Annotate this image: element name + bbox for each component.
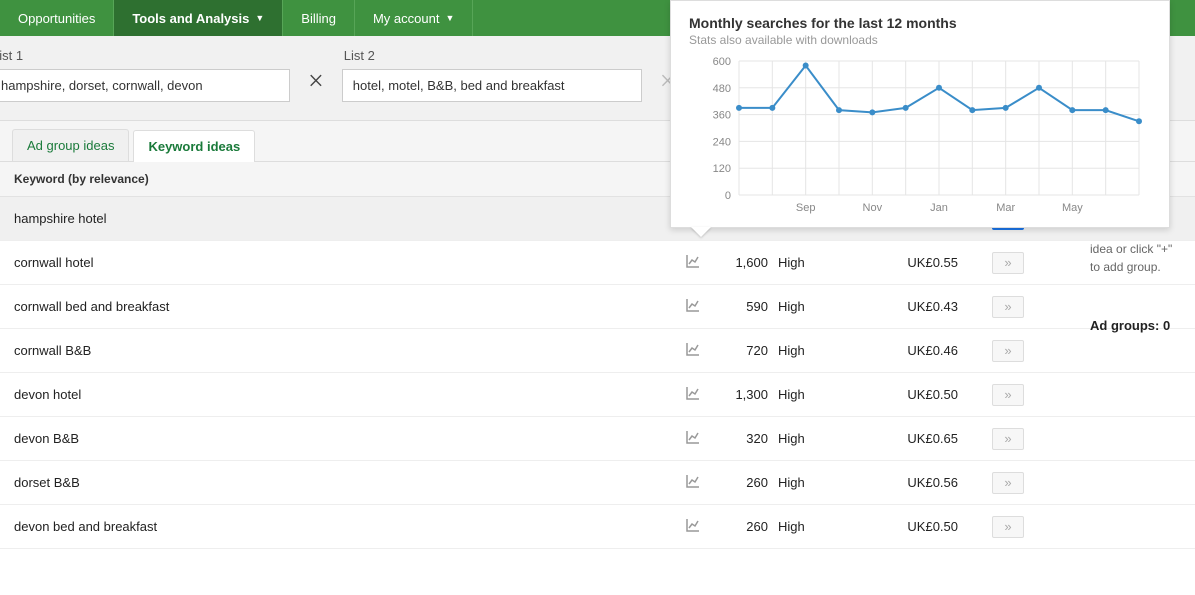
cell-searches: 1,600 [708, 255, 778, 270]
cell-searches: 260 [708, 475, 778, 490]
table-row[interactable]: devon hotel 1,300 High UK£0.50 » [0, 373, 1195, 417]
svg-text:0: 0 [725, 190, 731, 202]
cell-keyword: cornwall hotel [14, 255, 678, 270]
table-row[interactable]: cornwall B&B 720 High UK£0.46 » [0, 329, 1195, 373]
cell-keyword: devon B&B [14, 431, 678, 446]
chart-icon[interactable] [678, 254, 708, 271]
table-row[interactable]: cornwall bed and breakfast 590 High UK£0… [0, 285, 1195, 329]
chart-subtitle: Stats also available with downloads [689, 33, 1151, 47]
chart-icon[interactable] [678, 342, 708, 359]
add-keyword-button[interactable]: » [992, 340, 1024, 362]
cell-searches: 260 [708, 519, 778, 534]
cell-searches: 1,300 [708, 387, 778, 402]
cell-keyword: dorset B&B [14, 475, 678, 490]
add-keyword-button[interactable]: » [992, 252, 1024, 274]
chevron-down-icon: ▼ [255, 13, 264, 23]
add-keyword-button[interactable]: » [992, 296, 1024, 318]
chevron-down-icon: ▼ [445, 13, 454, 23]
cell-searches: 720 [708, 343, 778, 358]
cell-cpc: UK£0.65 [868, 431, 978, 446]
nav-billing[interactable]: Billing [283, 0, 355, 36]
svg-text:480: 480 [713, 83, 731, 95]
svg-text:Sep: Sep [796, 202, 816, 214]
list2-input[interactable] [342, 69, 642, 102]
cell-searches: 320 [708, 431, 778, 446]
cell-keyword: hampshire hotel [14, 211, 678, 226]
chart-icon[interactable] [678, 474, 708, 491]
add-keyword-button[interactable]: » [992, 516, 1024, 538]
svg-text:Mar: Mar [996, 202, 1015, 214]
add-keyword-button[interactable]: » [992, 428, 1024, 450]
chart-popover: Monthly searches for the last 12 months … [670, 0, 1170, 228]
cell-competition: High [778, 343, 868, 358]
svg-text:120: 120 [713, 163, 731, 175]
svg-text:600: 600 [713, 56, 731, 68]
list2-label: List 2 [342, 48, 642, 63]
cell-keyword: cornwall bed and breakfast [14, 299, 678, 314]
cell-keyword: devon hotel [14, 387, 678, 402]
cell-competition: High [778, 519, 868, 534]
cell-keyword: cornwall B&B [14, 343, 678, 358]
cell-cpc: UK£0.50 [868, 519, 978, 534]
tab-ad-group-ideas[interactable]: Ad group ideas [12, 129, 129, 161]
nav-tools-analysis[interactable]: Tools and Analysis▼ [114, 0, 283, 36]
monthly-searches-chart: 0 120 240 360 480 600 Sep Nov Jan Mar May [689, 55, 1149, 220]
ad-groups-count: Ad groups: 0 [1090, 316, 1185, 336]
table-row[interactable]: dorset B&B 260 High UK£0.56 » [0, 461, 1195, 505]
list1-input[interactable] [0, 69, 290, 102]
add-keyword-button[interactable]: » [992, 472, 1024, 494]
svg-text:Jan: Jan [930, 202, 948, 214]
chart-title: Monthly searches for the last 12 months [689, 15, 1151, 31]
svg-text:May: May [1062, 202, 1083, 214]
sidebar-hint: idea or click "+" to add group. [1090, 240, 1185, 276]
cell-competition: High [778, 255, 868, 270]
table-row[interactable]: devon bed and breakfast 260 High UK£0.50… [0, 505, 1195, 549]
chart-icon[interactable] [678, 430, 708, 447]
list1-label: List 1 [0, 48, 290, 63]
svg-text:Nov: Nov [863, 202, 883, 214]
chart-icon[interactable] [678, 298, 708, 315]
cell-cpc: UK£0.55 [868, 255, 978, 270]
multiply-icon: × [290, 66, 342, 102]
svg-text:240: 240 [713, 136, 731, 148]
cell-competition: High [778, 431, 868, 446]
nav-my-account[interactable]: My account▼ [355, 0, 473, 36]
chart-icon[interactable] [678, 386, 708, 403]
chart-icon[interactable] [678, 518, 708, 535]
cell-cpc: UK£0.46 [868, 343, 978, 358]
svg-text:360: 360 [713, 110, 731, 122]
cell-cpc: UK£0.50 [868, 387, 978, 402]
cell-competition: High [778, 475, 868, 490]
tab-keyword-ideas[interactable]: Keyword ideas [133, 130, 255, 162]
plan-sidebar: idea or click "+" to add group. Ad group… [1080, 230, 1195, 346]
cell-searches: 590 [708, 299, 778, 314]
cell-competition: High [778, 299, 868, 314]
nav-opportunities[interactable]: Opportunities [0, 0, 114, 36]
cell-cpc: UK£0.56 [868, 475, 978, 490]
cell-cpc: UK£0.43 [868, 299, 978, 314]
add-keyword-button[interactable]: » [992, 384, 1024, 406]
cell-keyword: devon bed and breakfast [14, 519, 678, 534]
table-row[interactable]: devon B&B 320 High UK£0.65 » [0, 417, 1195, 461]
table-row[interactable]: cornwall hotel 1,600 High UK£0.55 » [0, 241, 1195, 285]
cell-competition: High [778, 387, 868, 402]
